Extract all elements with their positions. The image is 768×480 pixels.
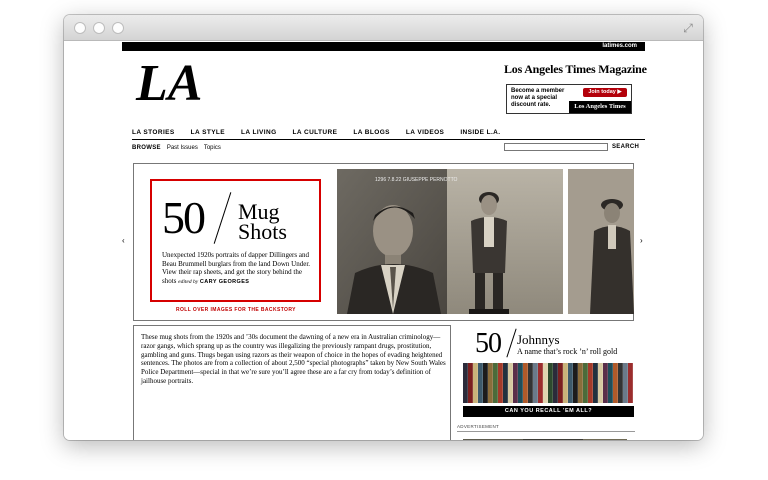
la-logo[interactable]: LA xyxy=(134,56,208,106)
sidebar-slash-divider xyxy=(506,328,517,358)
article-body: These mug shots from the 1920s and ’30s … xyxy=(133,325,451,440)
masthead-title[interactable]: Los Angeles Times Magazine xyxy=(504,62,647,77)
search-input[interactable] xyxy=(504,143,608,151)
topics-link[interactable]: Topics xyxy=(204,143,221,153)
carousel-prev-arrow-icon[interactable]: ‹ xyxy=(122,236,125,245)
album-covers-strip[interactable] xyxy=(463,363,634,403)
nav-item-la-blogs[interactable]: LA BLOGS xyxy=(353,128,390,138)
browse-label: BROWSE xyxy=(132,145,161,151)
sidebar-title[interactable]: Johnnys xyxy=(517,333,560,346)
feature-number: 50 xyxy=(162,192,206,243)
article-text: These mug shots from the 1920s and ’30s … xyxy=(141,333,446,385)
nav-item-la-style[interactable]: LA STYLE xyxy=(191,128,225,138)
top-bar: latimes.com xyxy=(122,42,645,51)
mugshot-photo-right[interactable] xyxy=(568,169,634,314)
recall-them-all-button[interactable]: CAN YOU RECALL ’EM ALL? xyxy=(463,406,634,417)
advertisement-label: ADVERTISEMENT xyxy=(457,424,500,429)
nav-divider xyxy=(132,139,645,140)
join-today-button[interactable]: Join today ▶ xyxy=(583,88,627,97)
svg-text:1296 7.8.22 GIUSEPPE PERNOTTO: 1296 7.8.22 GIUSEPPE PERNOTTO xyxy=(375,177,458,183)
rollover-hint: ROLL OVER IMAGES FOR THE BACKSTORY xyxy=(176,307,296,313)
sidebar-subtitle: A name that’s rock ’n’ roll gold xyxy=(517,347,618,356)
fullscreen-icon[interactable]: ⤢ xyxy=(681,21,695,35)
feature-description: Unexpected 1920s portraits of dapper Dil… xyxy=(162,251,311,285)
title-bar: ⤢ xyxy=(64,15,703,41)
feature-carousel: 50 Mug Shots Unexpected 1920s portraits … xyxy=(133,163,634,321)
membership-text: Become a member now at a special discoun… xyxy=(511,88,565,108)
nav-item-la-living[interactable]: LA LIVING xyxy=(241,128,277,138)
latimes-brand-label: Los Angeles Times xyxy=(569,101,631,113)
advertisement-image[interactable] xyxy=(463,439,627,440)
minimize-window-button[interactable] xyxy=(93,22,105,34)
search-button[interactable]: SEARCH xyxy=(612,143,639,152)
album-cover[interactable] xyxy=(628,363,633,403)
feature-slash-divider xyxy=(213,192,232,244)
nav-item-inside-l-a[interactable]: INSIDE L.A. xyxy=(460,128,500,138)
feature-title-line2: Shots xyxy=(238,219,287,244)
carousel-next-arrow-icon[interactable]: › xyxy=(640,236,643,245)
ad-divider xyxy=(457,431,635,432)
latimes-link[interactable]: latimes.com xyxy=(602,42,637,51)
svg-text:LA: LA xyxy=(135,56,202,106)
close-window-button[interactable] xyxy=(74,22,86,34)
membership-promo[interactable]: Become a member now at a special discoun… xyxy=(506,84,632,114)
main-nav: LA STORIES LA STYLE LA LIVING LA CULTURE LA … xyxy=(132,128,516,138)
zoom-window-button[interactable] xyxy=(112,22,124,34)
page-viewport: latimes.com LA Los Angeles Times Magazin… xyxy=(64,42,703,440)
sidebar-number: 50 xyxy=(475,328,502,359)
nav-item-la-stories[interactable]: LA STORIES xyxy=(132,128,175,138)
feature-card[interactable]: 50 Mug Shots Unexpected 1920s portraits … xyxy=(150,179,321,302)
mugshot-photo-main[interactable]: 1296 7.8.22 GIUSEPPE PERNOTTO xyxy=(337,169,563,314)
browser-window: ⤢ latimes.com LA Los Angeles Times Magaz… xyxy=(64,15,703,440)
nav-item-la-videos[interactable]: LA VIDEOS xyxy=(406,128,444,138)
past-issues-link[interactable]: Past Issues xyxy=(167,143,198,153)
sub-nav: BROWSE Past Issues Topics xyxy=(132,143,227,153)
nav-item-la-culture[interactable]: LA CULTURE xyxy=(293,128,338,138)
